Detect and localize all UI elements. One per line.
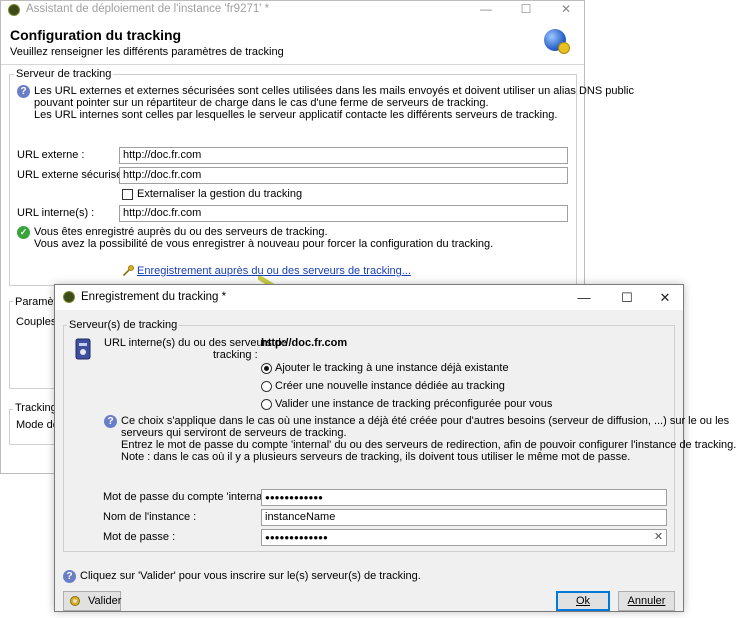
tracking-registration-dialog: Enregistrement du tracking * — ☐ ✕ Serve… — [54, 284, 736, 612]
help-icon: ? — [17, 85, 30, 98]
page-title: Configuration du tracking — [10, 27, 182, 43]
internal-url-input[interactable]: http://doc.fr.com — [119, 205, 568, 222]
external-url-label: URL externe : — [17, 149, 85, 161]
instance-name-label: Nom de l'instance : — [103, 511, 197, 523]
password-label: Mot de passe : — [103, 531, 176, 543]
cancel-button[interactable]: Annuler — [618, 591, 675, 611]
external-url-input[interactable]: http://doc.fr.com — [119, 147, 568, 164]
minimize-button[interactable]: — — [466, 1, 506, 18]
password-input[interactable]: ●●●●●●●●●●●●● — [261, 529, 667, 546]
dialog-close-button[interactable]: ✕ — [645, 285, 685, 310]
dialog-title: Enregistrement du tracking * — [81, 291, 227, 303]
app-icon — [63, 291, 75, 303]
footer-hint-text: Cliquez sur 'Valider' pour vous inscrire… — [80, 570, 421, 582]
help-icon: ? — [63, 570, 76, 583]
tracking-server-icon — [75, 338, 91, 360]
main-title-bar: Assistant de déploiement de l'instance '… — [1, 1, 584, 18]
ok-button-label: Ok — [575, 595, 591, 607]
maximize-button[interactable]: ☐ — [506, 1, 546, 18]
radio-validate-preconfigured-label: Valider une instance de tracking préconf… — [275, 398, 553, 410]
internal-url-label: URL interne(s) : — [17, 207, 95, 219]
clear-field-icon[interactable]: ✕ — [652, 531, 665, 544]
radio-create-new-instance[interactable] — [261, 381, 272, 392]
page-header: Configuration du tracking Veuillez rense… — [1, 18, 584, 65]
externalize-checkbox[interactable] — [122, 189, 133, 200]
radio-add-existing-instance[interactable] — [261, 363, 272, 374]
internal-password-label: Mot de passe du compte 'internal' : — [103, 491, 273, 503]
globe-settings-icon — [544, 29, 570, 54]
info-text-line-3: Les URL internes sont celles par lesquel… — [34, 109, 558, 121]
internal-urls-label-line-1: URL interne(s) du ou des serveurs de — [104, 337, 288, 349]
secure-url-label: URL externe sécurisée : — [17, 169, 135, 181]
registered-text-line-2: Vous avez la possibilité de vous enregis… — [34, 238, 494, 250]
dialog-minimize-button[interactable]: — — [564, 285, 604, 310]
tracking-servers-group-label: Serveur(s) de tracking — [67, 319, 180, 331]
main-window-title: Assistant de déploiement de l'instance '… — [26, 3, 270, 15]
mode-label: Mode de — [16, 419, 59, 431]
radio-create-new-instance-label: Créer une nouvelle instance dédiée au tr… — [275, 380, 505, 392]
validate-button-label: Valider — [88, 595, 122, 607]
help-icon: ? — [104, 415, 117, 428]
tracking-server-group-label: Serveur de tracking — [14, 68, 114, 80]
internal-urls-label-line-2: tracking : — [213, 349, 258, 361]
externalize-label: Externaliser la gestion du tracking — [137, 188, 303, 200]
internal-urls-value: http://doc.fr.com — [261, 337, 348, 349]
radio-add-existing-instance-label: Ajouter le tracking à une instance déjà … — [275, 362, 509, 374]
dialog-body: Serveur(s) de tracking URL interne(s) du… — [55, 310, 736, 611]
dialog-info-line-4: Note : dans le cas où il y a plusieurs s… — [121, 451, 631, 463]
close-button[interactable]: ✕ — [546, 1, 586, 18]
app-icon — [8, 4, 20, 16]
dialog-title-bar: Enregistrement du tracking * — ☐ ✕ — [55, 285, 683, 310]
cancel-button-label: Annuler — [627, 595, 666, 607]
dialog-maximize-button[interactable]: ☐ — [607, 285, 647, 310]
internal-password-input[interactable]: ●●●●●●●●●●●● — [261, 489, 667, 506]
instance-name-input[interactable]: instanceName — [261, 509, 667, 526]
key-icon — [122, 265, 134, 277]
page-subtitle: Veuillez renseigner les différents param… — [10, 46, 284, 58]
radio-validate-preconfigured[interactable] — [261, 399, 272, 410]
secure-url-input[interactable]: http://doc.fr.com — [119, 167, 568, 184]
ok-button[interactable]: Ok — [556, 591, 610, 611]
check-icon: ✓ — [17, 226, 30, 239]
gear-icon — [70, 596, 80, 606]
validate-button[interactable]: Valider — [63, 591, 121, 611]
